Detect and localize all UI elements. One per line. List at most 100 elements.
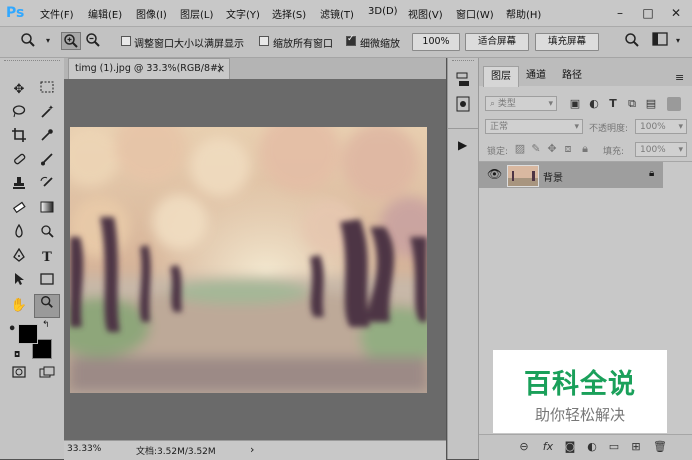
strip-divider (448, 128, 478, 129)
move-tool-icon[interactable]: ✥ (8, 80, 30, 100)
menu-type[interactable]: 文字(Y) (226, 6, 260, 21)
options-bar: ▾ 调整窗口大小以满屏显示 缩放所有窗口 细微缩放 100% 适合屏幕 填充屏幕… (0, 27, 692, 58)
hand-tool-icon[interactable]: ✋ (8, 296, 30, 316)
zoom-tool-preset-icon[interactable] (18, 32, 38, 50)
foreground-color-front[interactable] (18, 324, 38, 344)
eyedropper-tool-icon[interactable] (36, 128, 58, 148)
panel-menu-icon[interactable]: ≡ (675, 71, 684, 84)
menu-help[interactable]: 帮助(H) (506, 6, 541, 21)
tab-paths[interactable]: 路径 (555, 66, 589, 86)
filter-smart-object-icon[interactable]: ▤ (644, 97, 658, 111)
scrubby-zoom-checkbox[interactable] (346, 34, 356, 46)
gradient-tool-icon[interactable] (36, 200, 58, 220)
properties-panel-icon[interactable] (456, 96, 470, 112)
blur-tool-icon[interactable] (8, 223, 30, 244)
chevron-down-icon: ▾ (574, 122, 579, 132)
opacity-input[interactable]: 100% ▾ (635, 119, 687, 134)
zoom-in-icon[interactable] (61, 32, 81, 50)
menu-filter[interactable]: 滤镜(T) (320, 6, 354, 21)
status-zoom[interactable]: 33.33% (67, 444, 101, 454)
tab-layers[interactable]: 图层 (483, 66, 519, 87)
panel-grip[interactable] (4, 60, 60, 65)
brush-tool-icon[interactable] (36, 152, 58, 172)
search-icon[interactable] (622, 32, 642, 50)
blend-mode-select[interactable]: 正常 ▾ (485, 119, 583, 134)
resize-windows-checkbox[interactable] (121, 36, 131, 46)
minimize-button[interactable]: – (606, 0, 634, 26)
status-menu-arrow[interactable]: › (250, 443, 254, 456)
dodge-tool-icon[interactable] (36, 224, 58, 244)
photoshop-logo: Ps (6, 5, 25, 21)
lock-transparent-icon[interactable]: ▨ (513, 142, 527, 156)
clone-stamp-tool-icon[interactable] (8, 176, 30, 196)
healing-brush-tool-icon[interactable] (8, 152, 30, 172)
close-window-button[interactable]: ✕ (662, 0, 690, 26)
filter-toggle-icon[interactable] (667, 97, 681, 111)
layer-row-background[interactable]: 👁︎ 背景 🔒︎ (479, 162, 663, 188)
fill-input[interactable]: 100% ▾ (635, 142, 687, 157)
maximize-button[interactable]: □ (634, 0, 662, 26)
link-layers-icon[interactable]: ⊖ (517, 440, 531, 454)
history-brush-tool-icon[interactable] (36, 176, 58, 196)
layer-filter-select[interactable]: ⌕ 类型 ▾ (485, 96, 557, 111)
default-colors-icon[interactable]: ◘ (14, 350, 20, 359)
filter-pixel-icon[interactable]: ▣ (568, 97, 582, 111)
marquee-tool-icon[interactable] (36, 80, 58, 100)
fill-screen-button[interactable]: 填充屏幕 (535, 33, 599, 51)
close-tab-icon[interactable]: × (216, 62, 225, 75)
document-tab[interactable]: timg (1).jpg @ 33.3%(RGB/8#) × (68, 58, 230, 79)
workspace-icon[interactable] (650, 32, 670, 50)
strip-grip[interactable] (452, 60, 474, 65)
eye-icon[interactable]: 👁︎ (487, 167, 502, 181)
screen-mode-icon[interactable] (36, 365, 58, 385)
rectangle-tool-icon[interactable] (36, 272, 58, 292)
menu-image[interactable]: 图像(I) (136, 6, 167, 21)
menu-file[interactable]: 文件(F) (40, 6, 74, 21)
fill-label: 填充: (603, 147, 625, 157)
lock-artboard-icon[interactable]: ⧈ (561, 142, 575, 156)
magic-wand-tool-icon[interactable]: ✦ (36, 104, 58, 124)
menu-bar: Ps 文件(F) 编辑(E) 图像(I) 图层(L) 文字(Y) 选择(S) 滤… (0, 0, 692, 27)
tab-channels[interactable]: 通道 (519, 66, 553, 86)
menu-layer[interactable]: 图层(L) (180, 6, 213, 21)
history-panel-icon[interactable] (456, 72, 470, 88)
lock-image-icon[interactable]: ✎ (529, 142, 543, 156)
layer-name: 背景 (543, 173, 563, 184)
trash-icon[interactable]: 🗑︎ (653, 440, 667, 454)
crop-tool-icon[interactable] (8, 128, 30, 148)
actions-play-icon[interactable]: ▶ (458, 138, 467, 152)
lock-all-icon[interactable]: 🔒︎ (578, 142, 592, 156)
chevron-down-icon[interactable]: ▾ (38, 32, 58, 50)
new-layer-icon[interactable]: ⊞ (629, 440, 643, 454)
chevron-down-icon: ▾ (678, 145, 683, 155)
layer-style-icon[interactable]: fx (541, 440, 555, 454)
path-selection-tool-icon[interactable] (8, 272, 30, 292)
lock-position-icon[interactable]: ✥ (545, 142, 559, 156)
filter-adjustment-icon[interactable]: ◐ (587, 97, 601, 111)
chevron-down-icon: ▾ (678, 122, 683, 132)
filter-shape-icon[interactable]: ⧉ (625, 97, 639, 111)
workspace-chevron-icon[interactable]: ▾ (668, 32, 688, 50)
new-group-icon[interactable]: ▭ (607, 440, 621, 454)
zoom-out-icon[interactable] (83, 32, 103, 50)
fit-screen-button[interactable]: 适合屏幕 (465, 33, 529, 51)
document-image[interactable] (70, 127, 427, 393)
zoom-tool-icon[interactable] (34, 294, 60, 318)
add-mask-icon[interactable]: ◙ (563, 440, 577, 454)
collapsed-panel-strip: ▶ (447, 58, 479, 459)
filter-type-icon[interactable]: T (606, 97, 620, 111)
lasso-tool-icon[interactable] (8, 104, 30, 124)
swap-colors-icon[interactable]: ↰ (42, 320, 50, 330)
quick-mask-icon[interactable] (8, 365, 30, 385)
eraser-tool-icon[interactable] (8, 200, 30, 220)
menu-edit[interactable]: 编辑(E) (88, 6, 122, 21)
type-tool-icon[interactable]: T (36, 248, 58, 268)
new-adjustment-icon[interactable]: ◐ (585, 440, 599, 454)
pen-tool-icon[interactable] (8, 247, 30, 268)
menu-window[interactable]: 窗口(W) (456, 6, 494, 21)
menu-view[interactable]: 视图(V) (408, 6, 443, 21)
zoom-all-windows-checkbox[interactable] (259, 36, 269, 46)
menu-select[interactable]: 选择(S) (272, 6, 306, 21)
menu-3d[interactable]: 3D(D) (368, 6, 398, 17)
zoom-100-button[interactable]: 100% (412, 33, 460, 51)
